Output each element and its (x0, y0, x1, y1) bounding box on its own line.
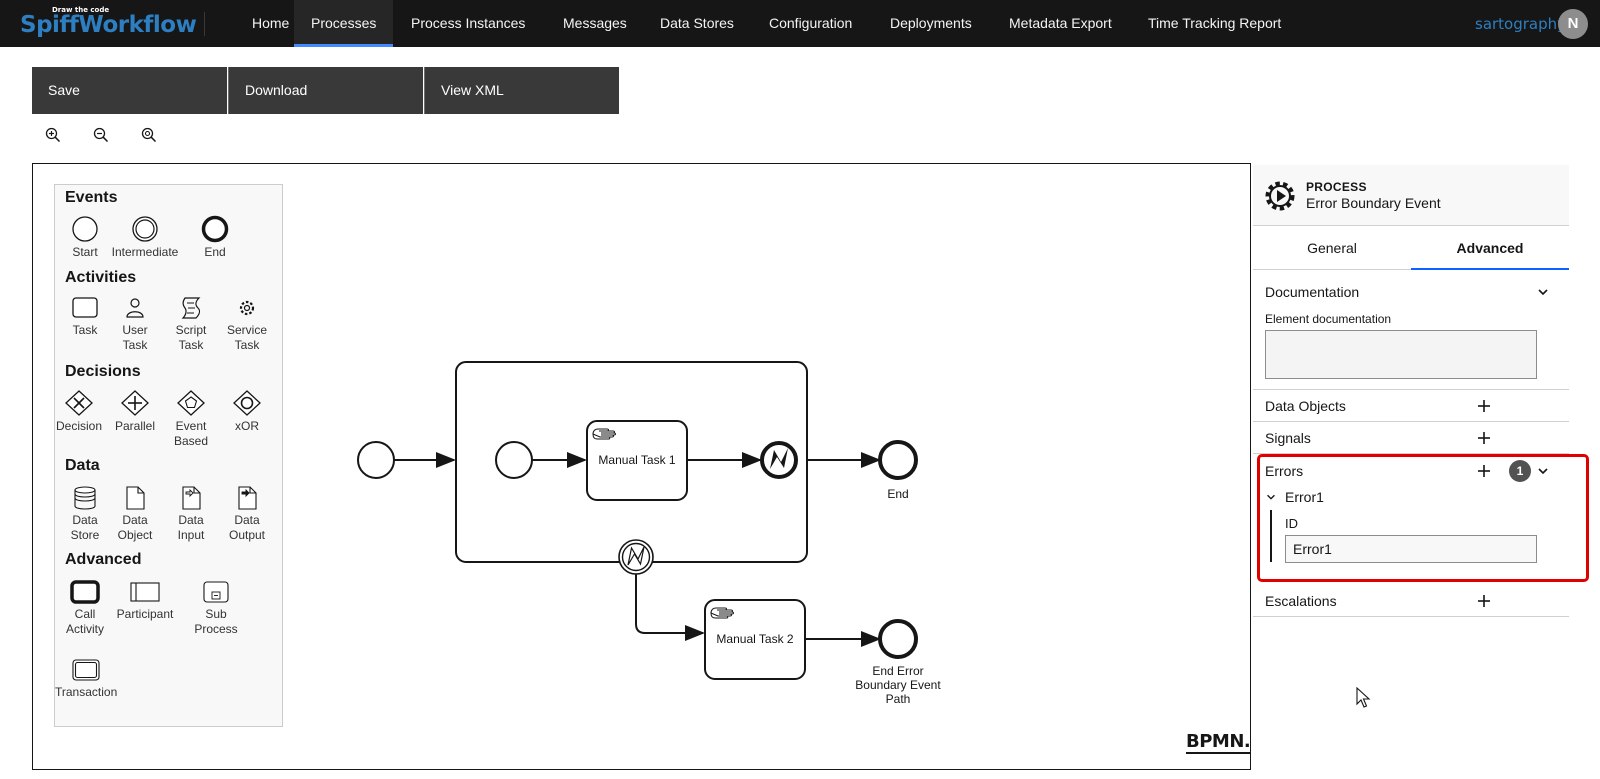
chevron-down-icon[interactable] (1536, 285, 1550, 299)
save-button[interactable]: Save (32, 67, 227, 114)
bpmn-diagram[interactable] (33, 164, 1251, 770)
logo-name: SpiffWorkflow (20, 12, 197, 38)
zoom-in-icon[interactable] (45, 127, 67, 149)
chevron-down-icon[interactable] (1265, 491, 1277, 503)
documentation-group: Documentation Element documentation (1253, 270, 1569, 390)
process-gear-icon (1265, 181, 1295, 211)
chevron-down-icon[interactable] (1536, 464, 1550, 478)
errors-count-badge: 1 (1509, 460, 1531, 482)
nav-metadata-export[interactable]: Metadata Export (992, 0, 1129, 47)
nav-processes[interactable]: Processes (294, 0, 394, 47)
nav-deployments[interactable]: Deployments (873, 0, 989, 47)
tab-general[interactable]: General (1253, 226, 1411, 270)
add-icon[interactable] (1476, 593, 1492, 609)
documentation-title[interactable]: Documentation (1265, 284, 1359, 300)
zoom-out-icon[interactable] (93, 127, 115, 149)
data-objects-title[interactable]: Data Objects (1265, 398, 1346, 414)
escalations-title[interactable]: Escalations (1265, 593, 1337, 609)
element-documentation-textarea[interactable] (1265, 330, 1537, 379)
inner-start-event[interactable] (495, 441, 533, 479)
sequence-flow[interactable] (635, 574, 705, 641)
nested-indent-line (1270, 510, 1272, 562)
start-event[interactable] (357, 441, 395, 479)
end-event-error-path[interactable] (878, 619, 918, 659)
manual-task-2-label: Manual Task 2 (716, 632, 794, 646)
errors-group: Errors 1 Error1 ID Error1 (1253, 454, 1569, 581)
element-documentation-label: Element documentation (1265, 312, 1392, 326)
view-xml-button[interactable]: View XML (424, 67, 619, 114)
editor-toolbar: Save Download View XML (32, 67, 620, 114)
signals-title[interactable]: Signals (1265, 430, 1311, 446)
zoom-fit-icon[interactable] (141, 127, 163, 149)
spiffworkflow-logo[interactable]: Draw the code SpiffWorkflow (16, 6, 197, 40)
nav-configuration[interactable]: Configuration (752, 0, 869, 47)
nav-messages[interactable]: Messages (546, 0, 644, 47)
add-icon[interactable] (1476, 463, 1492, 479)
tab-advanced[interactable]: Advanced (1411, 226, 1569, 270)
add-icon[interactable] (1476, 430, 1492, 446)
add-icon[interactable] (1476, 398, 1492, 414)
bpmn-canvas[interactable]: Events Start Intermediate End Activities… (32, 163, 1251, 770)
error1-entry-title[interactable]: Error1 (1285, 489, 1324, 505)
data-objects-group: Data Objects (1253, 390, 1569, 422)
manual-task-1-label: Manual Task 1 (598, 453, 676, 467)
errors-title[interactable]: Errors (1265, 463, 1303, 479)
end-event[interactable] (878, 440, 918, 480)
signals-group: Signals (1253, 422, 1569, 454)
element-type: PROCESS (1306, 180, 1367, 194)
top-nav-bar: Draw the code SpiffWorkflow Home Process… (0, 0, 1600, 47)
properties-panel: PROCESS Error Boundary Event General Adv… (1253, 165, 1569, 625)
user-name[interactable]: sartography (1475, 15, 1566, 33)
download-button[interactable]: Download (228, 67, 423, 114)
properties-header: PROCESS Error Boundary Event (1253, 165, 1569, 226)
element-name: Error Boundary Event (1306, 195, 1441, 211)
nav-divider (204, 12, 205, 36)
error-id-label: ID (1285, 516, 1298, 531)
avatar[interactable]: N (1558, 9, 1588, 39)
nav-data-stores[interactable]: Data Stores (643, 0, 751, 47)
nav-time-tracking-report[interactable]: Time Tracking Report (1131, 0, 1298, 47)
end-error-path-label: End Error Boundary Event Path (855, 664, 941, 706)
mouse-cursor-icon (1356, 687, 1371, 708)
end-event-label: End (887, 487, 909, 501)
nav-process-instances[interactable]: Process Instances (394, 0, 542, 47)
bpmn-io-watermark[interactable]: BPMN.io (1186, 731, 1250, 754)
escalations-group: Escalations (1253, 585, 1569, 617)
error-id-input[interactable]: Error1 (1285, 535, 1537, 563)
